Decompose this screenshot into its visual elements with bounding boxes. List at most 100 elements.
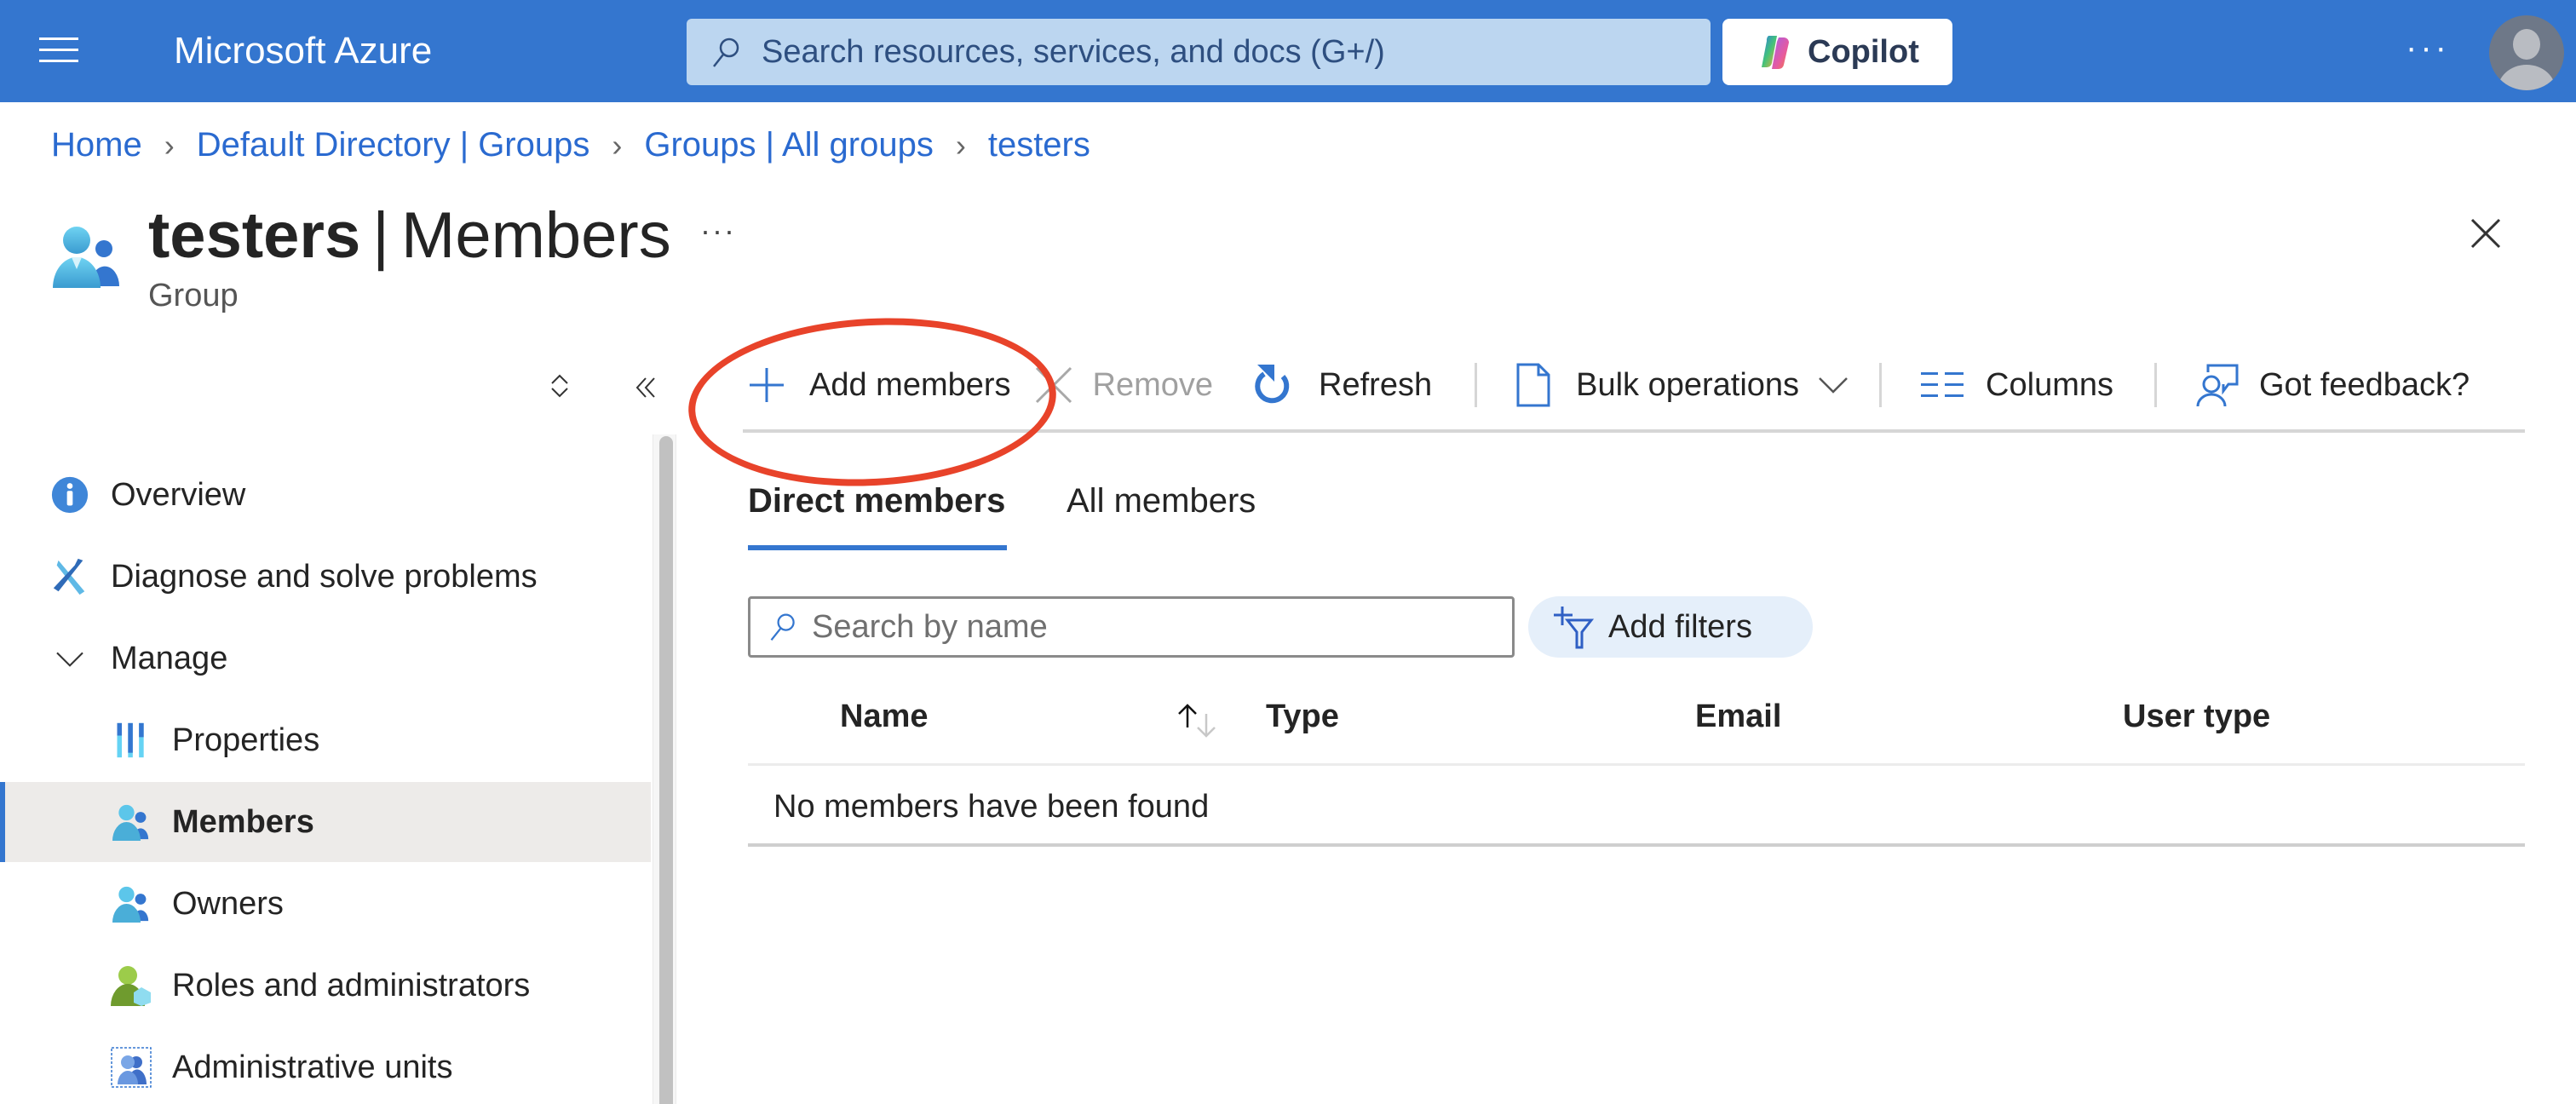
more-options-button[interactable]: ··· (2402, 31, 2453, 73)
top-nav-bar: Microsoft Azure Search resources, servic… (0, 0, 2576, 102)
refresh-icon (1255, 365, 1290, 404)
sidebar-item-properties[interactable]: Properties (0, 700, 651, 780)
command-bar-divider (743, 429, 2525, 433)
breadcrumb-default-directory-groups[interactable]: Default Directory | Groups (197, 126, 590, 164)
command-divider (1475, 363, 1478, 407)
member-search-placeholder: Search by name (812, 608, 1048, 645)
plus-icon (750, 368, 784, 402)
sidebar-scrollbar-thumb[interactable] (659, 436, 673, 1104)
breadcrumb-home[interactable]: Home (51, 126, 142, 164)
command-divider (1879, 363, 1883, 407)
account-avatar[interactable] (2489, 15, 2564, 90)
sidebar-item-label: Owners (172, 885, 284, 922)
sidebar-item-administrative-units[interactable]: Administrative units (0, 1027, 651, 1104)
breadcrumb: Home › Default Directory | Groups › Grou… (51, 126, 1090, 164)
sidebar-item-label: Diagnose and solve problems (111, 558, 538, 595)
chevron-down-icon (1819, 377, 1848, 394)
global-search-placeholder: Search resources, services, and docs (G+… (762, 33, 1385, 70)
add-members-label: Add members (809, 366, 1011, 403)
sort-ascending-icon[interactable] (1176, 702, 1218, 741)
roles-icon (111, 965, 152, 1006)
bulk-operations-button[interactable]: Bulk operations (1516, 356, 1849, 414)
feedback-label: Got feedback? (2259, 366, 2470, 403)
sidebar-item-label: Members (172, 803, 314, 840)
resource-name: testers (148, 199, 361, 272)
breadcrumb-all-groups[interactable]: Groups | All groups (644, 126, 933, 164)
page-more-options-button[interactable]: ··· (700, 213, 736, 249)
refresh-label: Refresh (1319, 366, 1433, 403)
chevron-right-icon: › (164, 127, 175, 163)
tab-all-members[interactable]: All members (1067, 482, 1256, 520)
column-header-email[interactable]: Email (1695, 699, 1781, 735)
copilot-icon (1762, 36, 1789, 70)
close-icon[interactable] (2467, 215, 2504, 252)
menu-line (39, 60, 78, 62)
columns-icon (1921, 372, 1964, 397)
refresh-button[interactable]: Refresh (1252, 356, 1432, 414)
sidebar-item-members[interactable]: Members (0, 782, 651, 862)
resource-menu: Overview Diagnose and solve problems Man… (0, 434, 656, 1104)
page-subtitle: Group (148, 278, 239, 313)
wrench-icon (49, 556, 90, 597)
section-name: Members (401, 199, 671, 272)
chevron-down-icon (49, 638, 90, 679)
sidebar-item-label: Overview (111, 476, 246, 513)
brand-title[interactable]: Microsoft Azure (174, 26, 432, 77)
tab-direct-members[interactable]: Direct members (748, 482, 1005, 520)
column-header-name[interactable]: Name (840, 699, 929, 735)
sidebar-group-manage[interactable]: Manage (0, 618, 651, 699)
page-title: testers | Members (148, 198, 671, 274)
active-tab-indicator (748, 545, 1007, 550)
table-bottom-divider (748, 843, 2525, 847)
columns-label: Columns (1986, 366, 2113, 403)
title-separator: | (372, 199, 390, 272)
member-search-input[interactable]: Search by name (748, 596, 1515, 658)
feedback-button[interactable]: Got feedback? (2194, 356, 2470, 414)
collapse-sidebar-icon[interactable] (634, 375, 659, 400)
columns-button[interactable]: Columns (1921, 356, 2113, 414)
empty-state-message: No members have been found (773, 789, 1210, 825)
sidebar-item-owners[interactable]: Owners (0, 864, 651, 944)
add-filter-icon (1554, 607, 1595, 649)
sidebar-item-diagnose[interactable]: Diagnose and solve problems (0, 537, 651, 617)
expand-collapse-all-icon[interactable] (549, 373, 571, 399)
remove-button[interactable]: Remove (1033, 356, 1214, 414)
user-icon (2498, 29, 2556, 90)
command-divider (2154, 363, 2157, 407)
feedback-icon (2196, 364, 2239, 406)
global-search-input[interactable]: Search resources, services, and docs (G+… (687, 19, 1711, 85)
search-icon (770, 613, 795, 641)
copilot-button[interactable]: Copilot (1722, 19, 1952, 85)
breadcrumb-testers[interactable]: testers (988, 126, 1090, 164)
search-icon (713, 37, 739, 67)
add-members-button[interactable]: Add members (748, 356, 1011, 414)
column-header-user-type[interactable]: User type (2123, 699, 2270, 735)
table-header-divider (748, 763, 2525, 766)
sidebar-item-roles[interactable]: Roles and administrators (0, 946, 651, 1026)
remove-label: Remove (1092, 366, 1214, 403)
admin-units-icon (111, 1047, 152, 1088)
info-icon (49, 474, 90, 515)
properties-icon (111, 720, 152, 761)
menu-line (39, 49, 78, 51)
add-filters-button[interactable]: Add filters (1528, 596, 1813, 658)
bulk-operations-label: Bulk operations (1576, 366, 1800, 403)
members-icon (111, 802, 152, 842)
sidebar-item-label: Roles and administrators (172, 967, 531, 1003)
menu-line (39, 37, 78, 40)
copilot-label: Copilot (1808, 33, 1919, 70)
command-bar: Add members Remove Refresh Bulk operatio… (743, 356, 2470, 414)
add-filters-label: Add filters (1608, 608, 1752, 645)
column-header-type[interactable]: Type (1266, 699, 1339, 735)
chevron-right-icon: › (955, 127, 966, 163)
document-icon (1516, 363, 1550, 407)
remove-x-icon (1035, 366, 1072, 404)
sidebar-item-label: Properties (172, 722, 320, 758)
group-icon (53, 227, 119, 288)
portal-menu-button[interactable] (39, 37, 78, 63)
sidebar-item-overview[interactable]: Overview (0, 455, 651, 535)
chevron-right-icon: › (612, 127, 623, 163)
sidebar-item-label: Manage (111, 640, 228, 676)
owners-icon (111, 883, 152, 924)
sidebar-item-label: Administrative units (172, 1049, 453, 1085)
